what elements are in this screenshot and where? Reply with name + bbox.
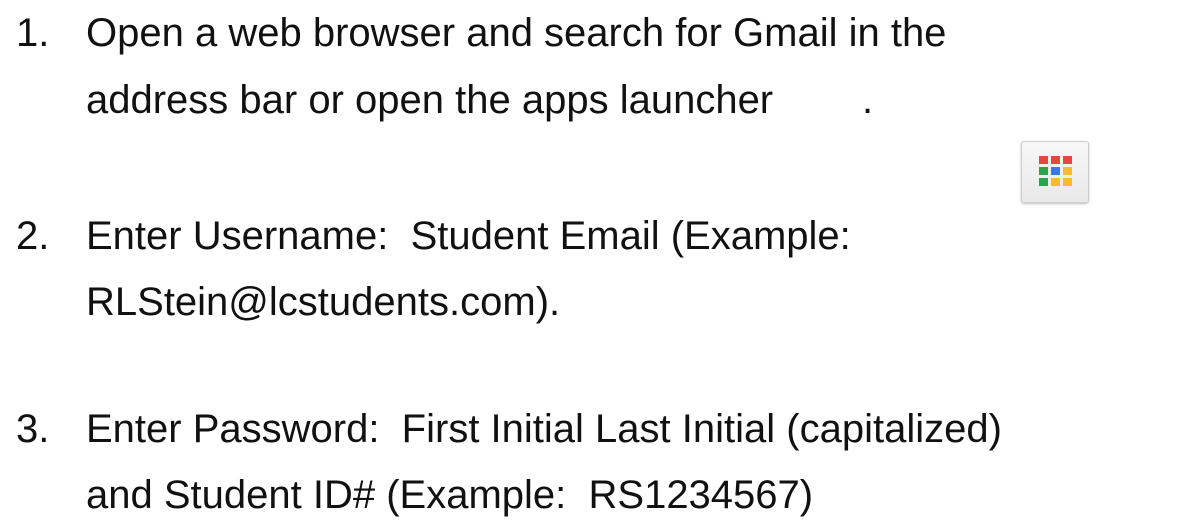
step-number: 2. [16,214,50,258]
step-text-line: address bar or open the apps launcher . [86,78,874,122]
apps-dot [1063,178,1072,186]
step-text-line: Enter Password: First Initial Last Initi… [86,407,1002,451]
step-number: 3. [16,407,50,451]
apps-grid-icon [1039,156,1074,186]
apps-dot [1051,178,1060,186]
step-text-line: RLStein@lcstudents.com). [86,280,561,324]
step-text-line: Enter Username: Student Email (Example: [86,214,851,258]
step-number: 1. [16,11,50,55]
apps-launcher-icon[interactable] [1021,141,1089,203]
apps-dot [1063,156,1072,164]
apps-dot [1039,156,1048,164]
apps-dot [1051,156,1060,164]
apps-dot [1039,178,1048,186]
step-text-line: Open a web browser and search for Gmail … [86,11,947,55]
apps-dot [1063,167,1072,175]
apps-dot [1039,167,1048,175]
step-text-line: and Student ID# (Example: RS1234567) [86,473,814,517]
apps-dot [1051,167,1060,175]
